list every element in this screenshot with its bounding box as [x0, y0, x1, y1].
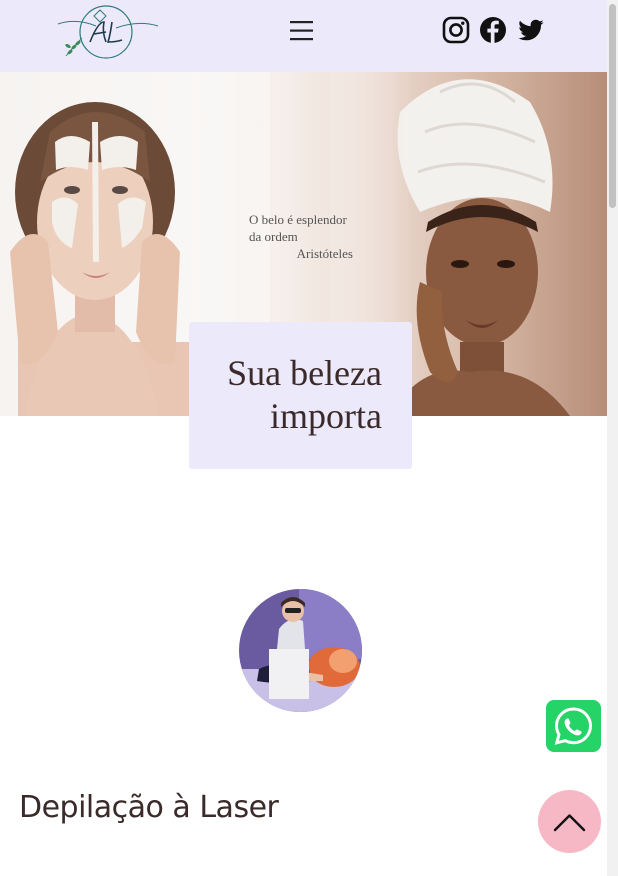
twitter-icon[interactable] — [517, 16, 545, 44]
laser-treatment-photo[interactable] — [239, 589, 362, 712]
back-to-top-button[interactable] — [538, 790, 601, 853]
quote-line-2: da ordem — [249, 229, 298, 244]
hero-title: Sua beleza importa — [192, 352, 382, 438]
hero-title-line-1: Sua beleza — [227, 353, 382, 393]
whatsapp-button[interactable] — [546, 700, 601, 752]
hero-quote: O belo é esplendor da ordem Aristóteles — [249, 211, 379, 262]
whatsapp-icon — [554, 707, 593, 745]
site-header — [0, 0, 607, 72]
quote-author: Aristóteles — [296, 246, 353, 261]
page-scrollbar[interactable] — [607, 0, 618, 876]
laser-treatment-illustration — [239, 589, 362, 712]
hero-title-line-2: importa — [270, 396, 382, 436]
hero-title-card: Sua beleza importa — [189, 322, 412, 469]
quote-line-1: O belo é esplendor — [249, 212, 347, 227]
facebook-icon[interactable] — [479, 16, 507, 44]
chevron-up-icon — [553, 814, 586, 832]
service-title: Depilação à Laser — [19, 790, 279, 825]
hamburger-icon[interactable] — [289, 18, 314, 43]
scrollbar-thumb[interactable] — [609, 4, 616, 208]
brand-logo[interactable] — [56, 2, 160, 60]
instagram-icon[interactable] — [442, 16, 470, 44]
